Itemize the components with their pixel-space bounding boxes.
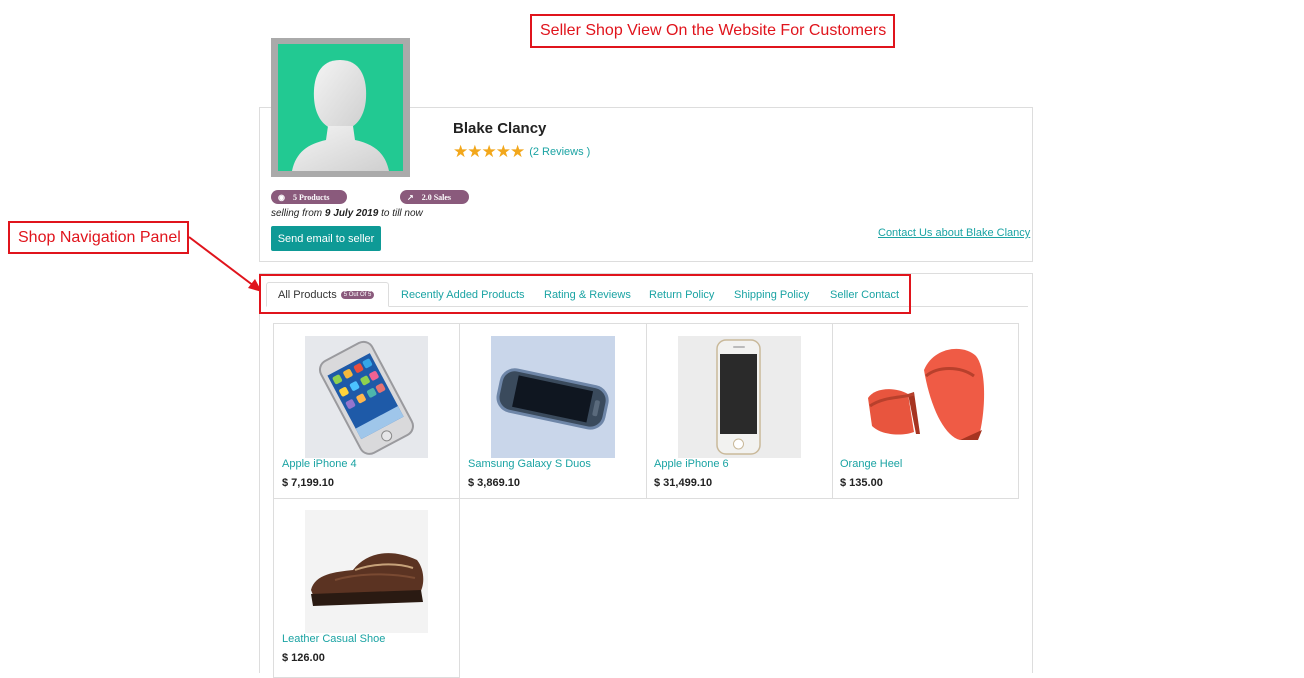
contact-seller-link[interactable]: Contact Us about Blake Clancy [878, 227, 1030, 239]
product-name-link[interactable]: Apple iPhone 6 [654, 458, 729, 470]
selling-since-text: selling from 9 July 2019 to till now [271, 208, 423, 219]
product-image-iphone6[interactable] [678, 336, 801, 458]
products-count-badge: ◉ 5 Products [271, 190, 347, 204]
reviews-link[interactable]: (2 Reviews ) [529, 146, 590, 158]
product-price: $ 3,869.10 [468, 477, 520, 489]
tag-icon: ◉ [278, 192, 285, 202]
product-image-orange-heel[interactable] [864, 336, 987, 458]
product-name-link[interactable]: Apple iPhone 4 [282, 458, 357, 470]
product-price: $ 135.00 [840, 477, 883, 489]
annotation-title: Seller Shop View On the Website For Cust… [530, 14, 895, 48]
product-name-link[interactable]: Leather Casual Shoe [282, 633, 385, 645]
seller-rating: ★★★★★ (2 Reviews ) [453, 142, 590, 161]
product-image-leather-shoe[interactable] [305, 510, 428, 633]
product-image-galaxy[interactable] [491, 336, 615, 458]
product-price: $ 7,199.10 [282, 477, 334, 489]
product-name-link[interactable]: Orange Heel [840, 458, 902, 470]
default-avatar-icon [292, 60, 389, 171]
sales-count-badge: ↗ 2.0 Sales [400, 190, 469, 204]
seller-avatar [271, 38, 410, 177]
product-price: $ 31,499.10 [654, 477, 713, 489]
product-price: $ 126.00 [282, 652, 325, 664]
product-name-link[interactable]: Samsung Galaxy S Duos [468, 458, 591, 470]
annotation-nav-panel: Shop Navigation Panel [8, 221, 189, 254]
seller-name: Blake Clancy [453, 120, 547, 137]
send-email-button[interactable]: Send email to seller [271, 226, 381, 251]
annotation-nav-highlight [259, 274, 911, 314]
rating-stars-icon: ★★★★★ [453, 142, 525, 161]
chart-line-icon: ↗ [407, 192, 414, 202]
product-image-iphone4[interactable] [305, 336, 428, 458]
